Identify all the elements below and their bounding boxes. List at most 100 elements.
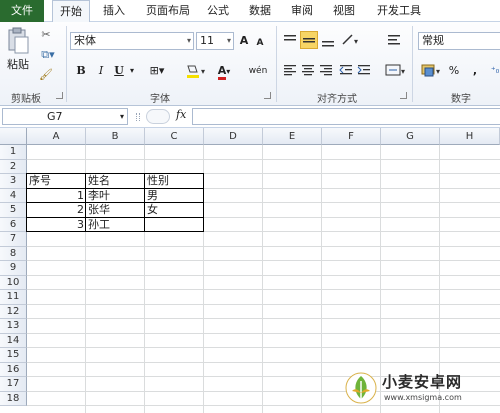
bold-button[interactable]: B <box>74 62 88 80</box>
tab-page-layout[interactable]: 页面布局 <box>142 0 194 22</box>
italic-button[interactable]: I <box>94 62 108 80</box>
fill-color-button[interactable]: ▾ <box>184 62 210 80</box>
border-button[interactable]: ⊞▾ <box>146 62 168 80</box>
chevron-down-icon: ▾ <box>226 36 231 45</box>
align-bottom-button[interactable] <box>320 32 336 48</box>
underline-button[interactable]: U <box>112 62 126 80</box>
tab-insert[interactable]: 插入 <box>100 0 128 22</box>
cell-a5[interactable]: 2 <box>27 203 86 218</box>
row-header-11[interactable]: 11 <box>0 290 27 305</box>
select-all-corner[interactable] <box>0 128 27 145</box>
comma-style-button[interactable]: , <box>470 62 480 80</box>
row-header-18[interactable]: 18 <box>0 391 27 406</box>
column-header-d[interactable]: D <box>204 128 263 145</box>
cell-a4[interactable]: 1 <box>27 189 86 204</box>
row-header-2[interactable]: 2 <box>0 159 27 174</box>
group-label-font: 字体 <box>150 94 170 105</box>
cell-b5[interactable]: 张华 <box>86 203 145 218</box>
row-header-15[interactable]: 15 <box>0 348 27 363</box>
svg-text:▾: ▾ <box>354 37 358 46</box>
column-header-c[interactable]: C <box>145 128 204 145</box>
grow-font-button[interactable]: A <box>238 32 250 50</box>
clipboard-launcher-icon[interactable] <box>56 92 63 99</box>
table-border-h <box>27 187 204 189</box>
font-name-select[interactable]: 宋体 ▾ <box>70 32 194 50</box>
tab-developer[interactable]: 开发工具 <box>374 0 424 22</box>
formula-bar-toggle[interactable] <box>146 109 170 124</box>
cell-b6[interactable]: 孙工 <box>86 218 145 233</box>
copy-icon[interactable]: ⧉▾ <box>36 46 60 64</box>
insert-function-icon[interactable]: fx <box>176 108 186 121</box>
row-header-4[interactable]: 4 <box>0 188 27 203</box>
tab-view[interactable]: 视图 <box>330 0 358 22</box>
paste-button[interactable] <box>6 26 30 56</box>
row-header-6[interactable]: 6 <box>0 217 27 232</box>
row-header-14[interactable]: 14 <box>0 333 27 348</box>
chevron-down-icon[interactable]: ▾ <box>127 62 137 80</box>
align-top-icon <box>284 35 296 41</box>
tab-data[interactable]: 数据 <box>246 0 274 22</box>
font-size-select[interactable]: 11 ▾ <box>196 32 234 50</box>
formula-input[interactable] <box>192 108 500 125</box>
tab-formulas[interactable]: 公式 <box>204 0 232 22</box>
column-header-g[interactable]: G <box>381 128 440 145</box>
formula-bar: G7 ▾ fx <box>0 106 500 128</box>
align-center-button[interactable] <box>300 62 316 78</box>
grid-row-line <box>27 158 500 160</box>
tab-file[interactable]: 文件 <box>0 0 44 22</box>
merge-center-button[interactable]: ▾ <box>384 62 408 78</box>
table-border-v <box>203 173 204 232</box>
tab-review[interactable]: 审阅 <box>288 0 316 22</box>
phonetic-button[interactable]: wén <box>246 62 270 80</box>
font-color-button[interactable]: A▾ <box>212 62 236 80</box>
row-header-12[interactable]: 12 <box>0 304 27 319</box>
wrap-text-button[interactable] <box>386 32 402 48</box>
cell-b3[interactable]: 姓名 <box>86 174 145 189</box>
row-header-13[interactable]: 13 <box>0 319 27 334</box>
name-box[interactable]: G7 ▾ <box>2 108 128 125</box>
row-header-3[interactable]: 3 <box>0 174 27 189</box>
row-header-7[interactable]: 7 <box>0 232 27 247</box>
alignment-launcher-icon[interactable] <box>400 92 407 99</box>
splitter-handle[interactable] <box>136 113 140 121</box>
column-header-a[interactable]: A <box>27 128 86 145</box>
ribbon-tab-bar: 文件 开始 插入 页面布局 公式 数据 审阅 视图 开发工具 <box>0 0 500 23</box>
column-header-f[interactable]: F <box>322 128 381 145</box>
ribbon-home: 粘贴 ✂ ⧉▾ 🖌 剪贴板 宋体 ▾ 11 ▾ A A B I U ▾ ⊞▾ ▾ A… <box>0 22 500 106</box>
align-top-button[interactable] <box>282 32 298 48</box>
align-right-button[interactable] <box>318 62 334 78</box>
column-header-h[interactable]: H <box>440 128 500 145</box>
number-format-select[interactable]: 常规 <box>418 32 500 50</box>
cell-c3[interactable]: 性别 <box>145 174 204 189</box>
font-launcher-icon[interactable] <box>264 92 271 99</box>
row-header-8[interactable]: 8 <box>0 246 27 261</box>
row-header-17[interactable]: 17 <box>0 377 27 392</box>
increase-indent-button[interactable] <box>356 62 372 78</box>
cell-a3[interactable]: 序号 <box>27 174 86 189</box>
row-header-5[interactable]: 5 <box>0 203 27 218</box>
cell-c5[interactable]: 女 <box>145 203 204 218</box>
decrease-indent-button[interactable] <box>338 62 354 78</box>
increase-decimal-icon[interactable]: ⁺₀ <box>490 62 500 80</box>
row-header-16[interactable]: 16 <box>0 362 27 377</box>
cut-icon[interactable]: ✂ <box>36 26 56 44</box>
align-middle-button[interactable] <box>300 31 318 49</box>
cell-a6[interactable]: 3 <box>27 218 86 233</box>
orientation-button[interactable]: ▾ <box>340 32 362 48</box>
tab-home[interactable]: 开始 <box>52 0 90 23</box>
percent-button[interactable]: % <box>448 62 460 80</box>
cell-c4[interactable]: 男 <box>145 189 204 204</box>
cell-b4[interactable]: 李叶 <box>86 189 145 204</box>
shrink-font-button[interactable]: A <box>254 34 266 52</box>
column-header-e[interactable]: E <box>263 128 322 145</box>
align-center-icon <box>302 65 314 76</box>
accounting-format-button[interactable]: ▾ <box>420 62 444 78</box>
row-header-9[interactable]: 9 <box>0 261 27 276</box>
column-header-b[interactable]: B <box>86 128 145 145</box>
align-left-button[interactable] <box>282 62 298 78</box>
row-header-1[interactable]: 1 <box>0 145 27 160</box>
watermark-url: www.xmsigma.com <box>384 393 462 402</box>
format-painter-icon[interactable]: 🖌 <box>36 66 56 84</box>
cell-c6[interactable] <box>145 218 204 233</box>
row-header-10[interactable]: 10 <box>0 275 27 290</box>
